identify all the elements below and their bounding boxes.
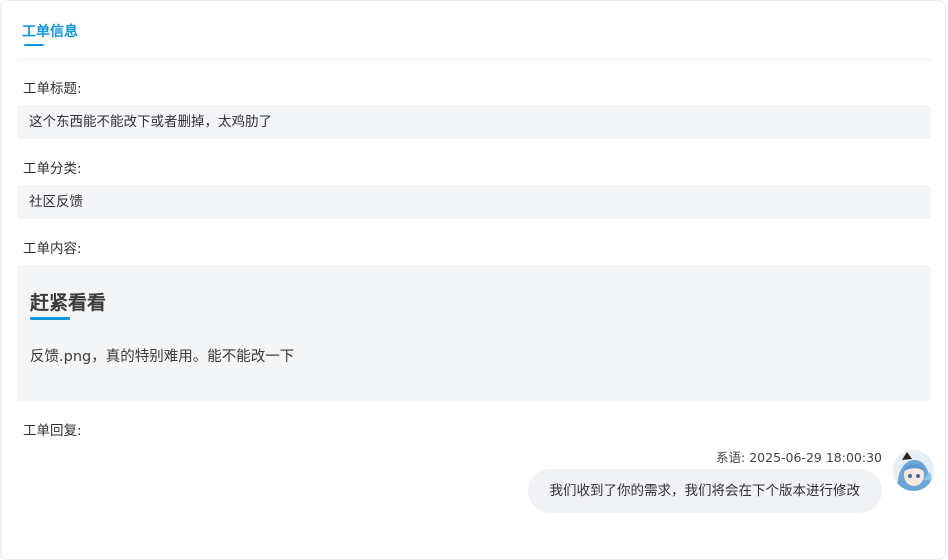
active-tab-indicator [24,44,44,46]
content-body: 反馈.png，真的特别难用。能不能改一下 [30,349,295,365]
ticket-category-field: 社区反馈 [17,185,931,219]
avatar [893,450,934,491]
ticket-info-card: 工单信息 工单标题: 这个东西能不能改下或者删掉，太鸡肋了 工单分类: 社区反馈… [0,0,946,560]
reply-meta: 系语: 2025-06-29 18:00:30 [716,450,882,465]
tab-bar: 工单信息 [17,1,931,60]
ticket-reply-label: 工单回复: [23,423,82,439]
ticket-category-label: 工单分类: [23,161,82,177]
ticket-title-field: 这个东西能不能改下或者删掉，太鸡肋了 [17,105,931,139]
ticket-content-label: 工单内容: [23,241,82,257]
tab-ticket-info[interactable]: 工单信息 [22,23,78,41]
ticket-title-label: 工单标题: [23,81,82,97]
anime-avatar-icon [893,450,934,491]
content-heading: 赶紧看看 [30,292,107,314]
reply-bubble: 我们收到了你的需求，我们将会在下个版本进行修改 [527,469,882,513]
heading-underline [30,317,70,320]
ticket-content-field: 赶紧看看 反馈.png，真的特别难用。能不能改一下 [17,265,931,401]
